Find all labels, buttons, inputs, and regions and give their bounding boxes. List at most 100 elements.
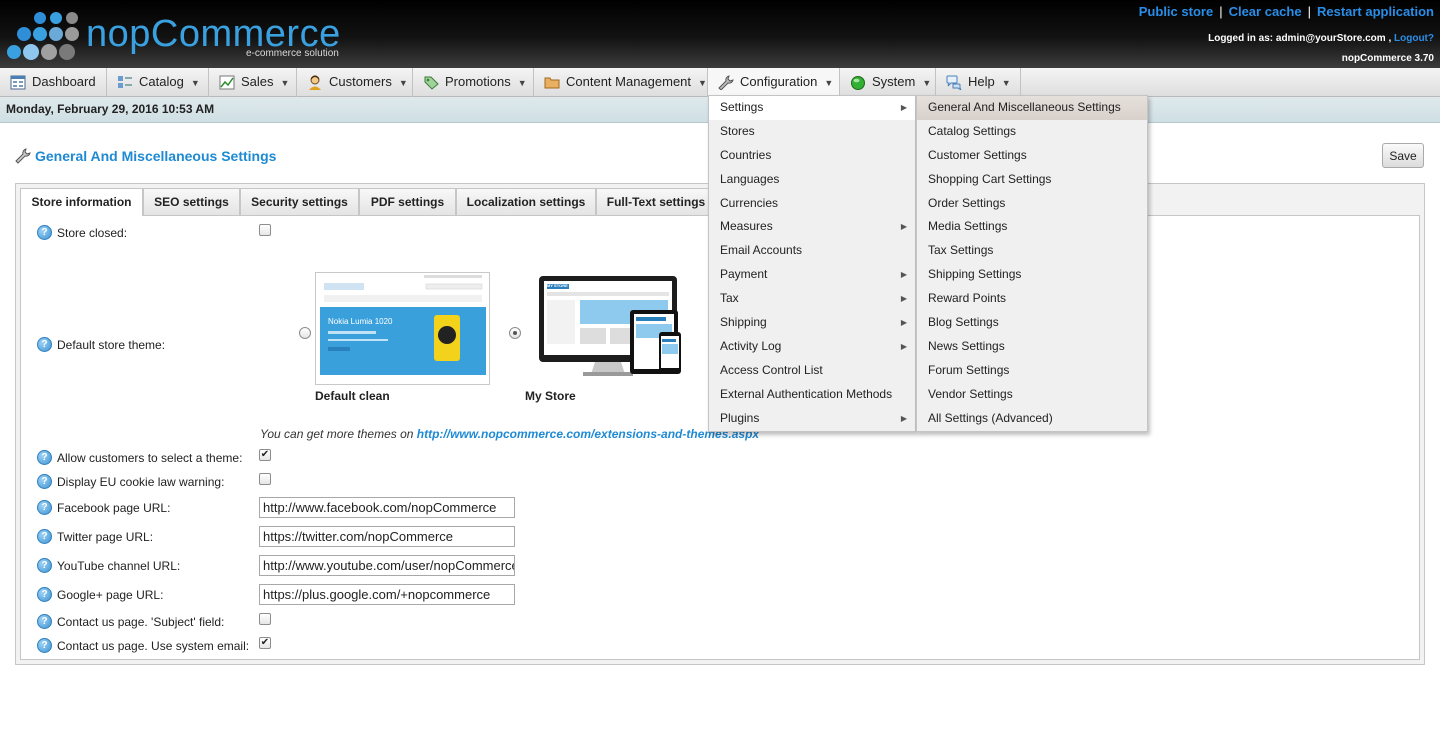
my-store-devices-icon: [539, 276, 681, 376]
help-icon[interactable]: ?: [37, 337, 52, 352]
logout-link[interactable]: Logout?: [1394, 33, 1434, 44]
public-store-link[interactable]: Public store: [1139, 4, 1213, 19]
help-icon[interactable]: ?: [37, 638, 52, 653]
menu-dashboard[interactable]: Dashboard: [0, 68, 107, 97]
config-item-stores[interactable]: Stores: [709, 120, 915, 144]
help-icon[interactable]: ?: [37, 225, 52, 240]
chevron-right-icon: ▶: [900, 222, 907, 232]
contact-system-email-checkbox[interactable]: ✔: [259, 637, 271, 649]
config-item-tax[interactable]: Tax ▶: [709, 287, 915, 311]
chevron-down-icon: ▼: [398, 78, 408, 88]
config-item-countries[interactable]: Countries: [709, 144, 915, 168]
settings-item-shipping[interactable]: Shipping Settings: [917, 263, 1147, 287]
menu-promotions[interactable]: Promotions ▼: [413, 68, 534, 97]
help-icon[interactable]: ?: [37, 500, 52, 515]
theme-my-store-preview[interactable]: MY STORE: [525, 272, 695, 385]
contact-subject-checkbox[interactable]: [259, 613, 271, 625]
main-menu-bar: Dashboard Catalog ▼ Sales ▼ Customers ▼ Pro…: [0, 68, 1440, 97]
top-header: nopCommerce e-commerce solution Public s…: [0, 0, 1440, 68]
tab-full-text-settings[interactable]: Full-Text settings: [596, 188, 716, 215]
twitter-url-label: ? Twitter page URL:: [37, 529, 153, 545]
save-button[interactable]: Save: [1382, 143, 1424, 168]
clear-cache-link[interactable]: Clear cache: [1229, 4, 1302, 19]
config-item-settings[interactable]: Settings ▶: [709, 96, 915, 120]
header-links: Public store | Clear cache | Restart applica…: [1139, 4, 1434, 19]
menu-system[interactable]: System ▼: [840, 68, 936, 97]
config-item-email-accounts[interactable]: Email Accounts: [709, 239, 915, 263]
help-icon[interactable]: ?: [37, 587, 52, 602]
eu-cookie-text: Display EU cookie law warning:: [57, 475, 225, 489]
settings-item-shopping-cart[interactable]: Shopping Cart Settings: [917, 168, 1147, 192]
config-item-payment[interactable]: Payment ▶: [709, 263, 915, 287]
settings-item-vendor[interactable]: Vendor Settings: [917, 383, 1147, 407]
settings-item-order[interactable]: Order Settings: [917, 192, 1147, 216]
settings-item-forum[interactable]: Forum Settings: [917, 359, 1147, 383]
settings-item-news[interactable]: News Settings: [917, 335, 1147, 359]
settings-item-customer[interactable]: Customer Settings: [917, 144, 1147, 168]
chevron-right-icon: ▶: [900, 413, 907, 423]
menu-configuration-label: Configuration: [740, 74, 818, 89]
sales-chart-icon: [219, 75, 235, 90]
menu-sales-label: Sales: [241, 74, 274, 89]
googleplus-url-input[interactable]: https://plus.google.com/+nopcommerce: [259, 584, 515, 605]
menu-catalog-label: Catalog: [139, 74, 184, 89]
settings-item-general-misc[interactable]: General And Miscellaneous Settings: [917, 96, 1147, 120]
tab-security-settings[interactable]: Security settings: [240, 188, 359, 215]
page-title-text: General And Miscellaneous Settings: [35, 148, 277, 164]
help-icon[interactable]: ?: [37, 450, 52, 465]
settings-item-all-advanced[interactable]: All Settings (Advanced): [917, 407, 1147, 431]
theme-my-store-radio[interactable]: [509, 327, 521, 339]
config-item-measures[interactable]: Measures ▶: [709, 215, 915, 239]
config-item-access-control-list[interactable]: Access Control List: [709, 359, 915, 383]
help-icon[interactable]: ?: [37, 474, 52, 489]
menu-content-management[interactable]: Content Management ▼: [534, 68, 708, 97]
menu-configuration[interactable]: Configuration ▼: [708, 68, 840, 97]
menu-sales[interactable]: Sales ▼: [209, 68, 297, 97]
theme-default-clean-preview[interactable]: Nokia Lumia 1020: [315, 272, 490, 385]
eu-cookie-checkbox[interactable]: [259, 473, 271, 485]
config-item-external-auth[interactable]: External Authentication Methods: [709, 383, 915, 407]
facebook-url-input[interactable]: http://www.facebook.com/nopCommerce: [259, 497, 515, 518]
wrench-icon: [718, 75, 734, 90]
menu-help[interactable]: Help ▼: [936, 68, 1021, 97]
help-icon[interactable]: ?: [37, 529, 52, 544]
config-item-shipping[interactable]: Shipping ▶: [709, 311, 915, 335]
youtube-url-input[interactable]: http://www.youtube.com/user/nopCommerce: [259, 555, 515, 576]
settings-item-reward-points[interactable]: Reward Points: [917, 287, 1147, 311]
tab-seo-settings[interactable]: SEO settings: [143, 188, 240, 215]
theme-my-store-name: My Store: [525, 389, 576, 403]
tab-pdf-settings[interactable]: PDF settings: [359, 188, 456, 215]
config-item-plugins[interactable]: Plugins ▶: [709, 407, 915, 431]
twitter-url-input[interactable]: https://twitter.com/nopCommerce: [259, 526, 515, 547]
settings-item-catalog[interactable]: Catalog Settings: [917, 120, 1147, 144]
chevron-right-icon: ▶: [900, 318, 907, 328]
store-closed-checkbox[interactable]: [259, 224, 271, 236]
restart-application-link[interactable]: Restart application: [1317, 4, 1434, 19]
tab-store-information[interactable]: Store information: [20, 188, 143, 216]
config-item-label: Payment: [720, 267, 768, 282]
nopcommerce-logo[interactable]: nopCommerce e-commerce solution: [6, 10, 346, 64]
theme-preview-banner-text: Nokia Lumia 1020: [328, 317, 393, 326]
chevron-right-icon: ▶: [900, 270, 907, 280]
config-item-currencies[interactable]: Currencies: [709, 192, 915, 216]
settings-item-media[interactable]: Media Settings: [917, 215, 1147, 239]
settings-item-tax[interactable]: Tax Settings: [917, 239, 1147, 263]
menu-customers[interactable]: Customers ▼: [297, 68, 413, 97]
config-item-languages[interactable]: Languages: [709, 168, 915, 192]
allow-select-theme-label: ? Allow customers to select a theme:: [37, 450, 242, 466]
tab-localization-settings[interactable]: Localization settings: [456, 188, 596, 215]
menu-catalog[interactable]: Catalog ▼: [107, 68, 209, 97]
config-item-activity-log[interactable]: Activity Log ▶: [709, 335, 915, 359]
menu-content-management-label: Content Management: [566, 74, 692, 89]
page-title: General And Miscellaneous Settings: [15, 146, 276, 166]
theme-default-clean-radio[interactable]: [299, 327, 311, 339]
settings-item-blog[interactable]: Blog Settings: [917, 311, 1147, 335]
chevron-down-icon: ▼: [280, 78, 290, 88]
link-separator: |: [1219, 4, 1223, 19]
logged-in-prefix: Logged in as:: [1208, 33, 1274, 44]
help-icon[interactable]: ?: [37, 558, 52, 573]
help-icon[interactable]: ?: [37, 614, 52, 629]
chevron-down-icon: ▼: [517, 78, 527, 88]
allow-select-theme-checkbox[interactable]: ✔: [259, 449, 271, 461]
default-clean-screenshot-icon: [316, 273, 489, 384]
